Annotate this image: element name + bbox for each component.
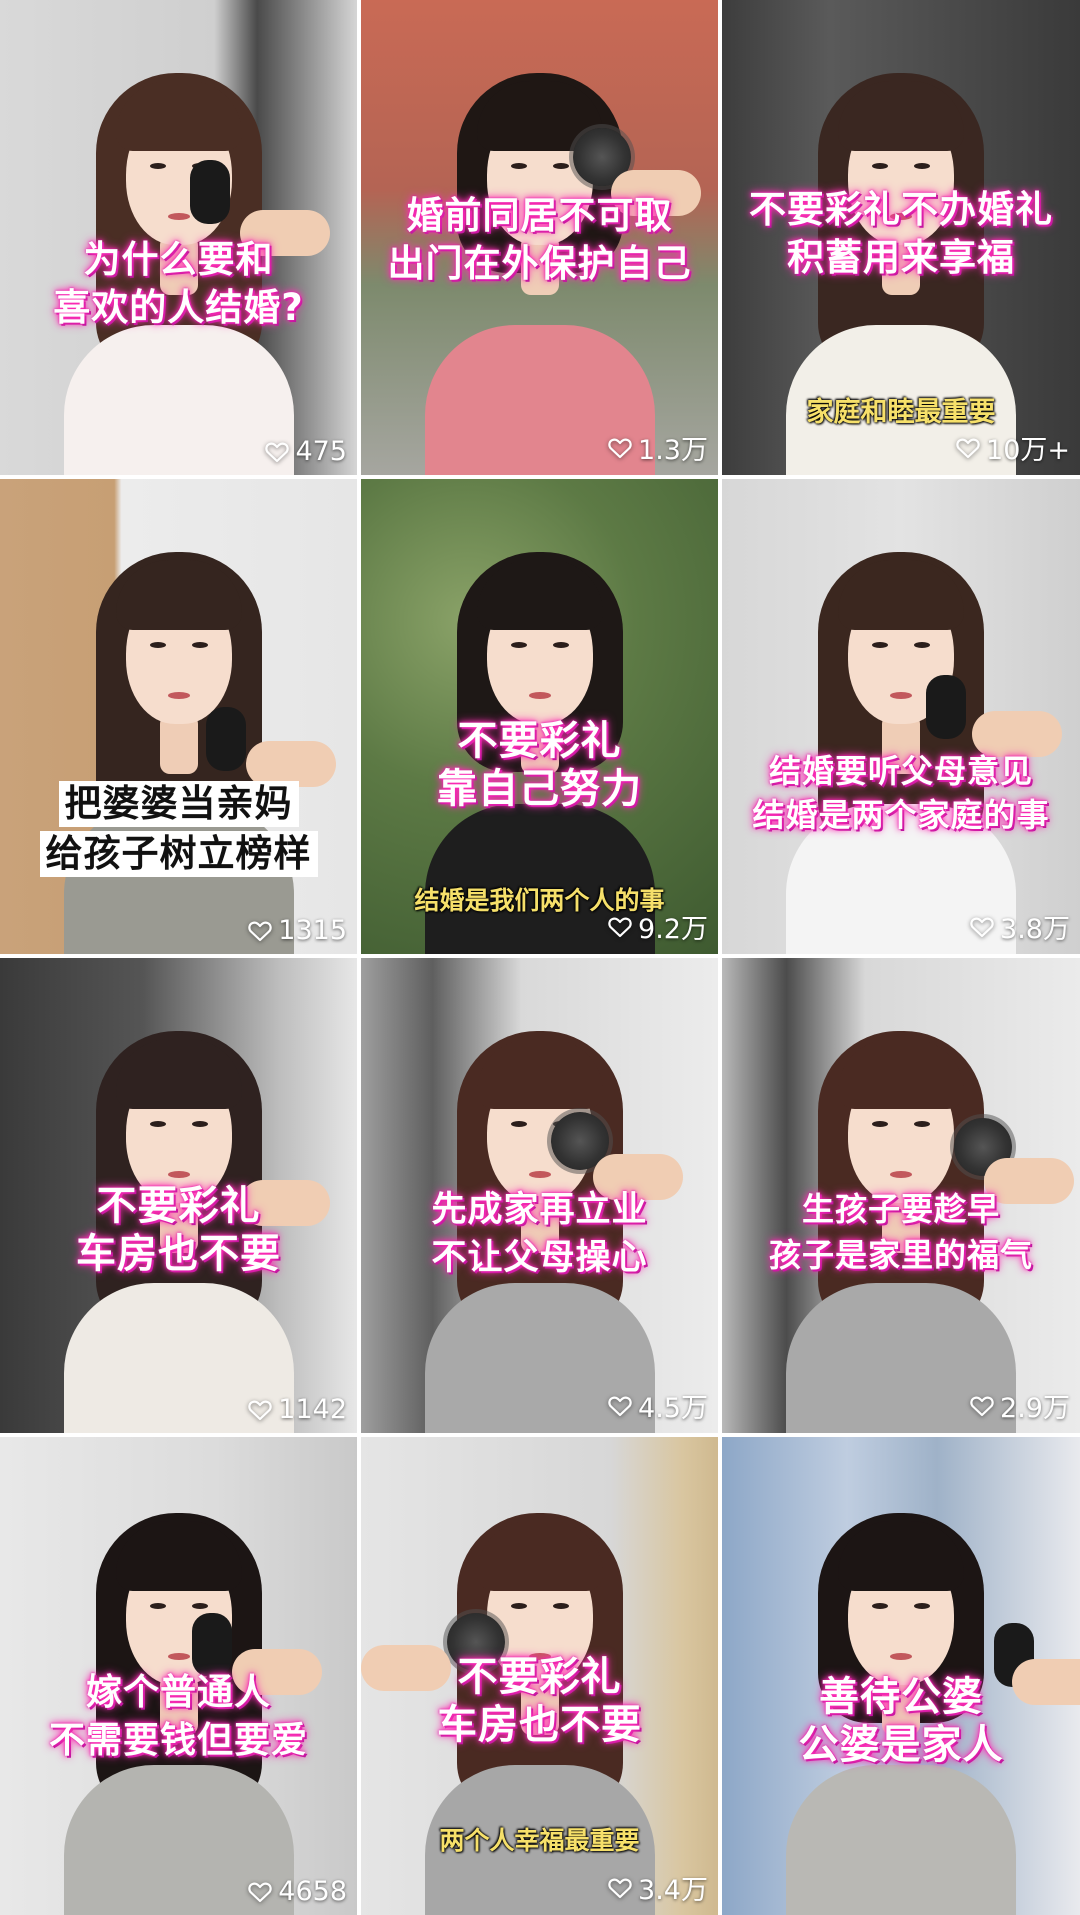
video-tile-4[interactable]: 把婆婆当亲妈 给孩子树立榜样 1315 (0, 479, 357, 954)
like-count: 3.8万 (970, 907, 1070, 946)
video-caption: 不要彩礼 车房也不要 (437, 1654, 642, 1748)
video-tile-7[interactable]: 不要彩礼 车房也不要 1142 (0, 958, 357, 1433)
heart-outline-icon (970, 917, 994, 937)
heart-outline-icon (608, 438, 632, 458)
video-tile-6[interactable]: 结婚要听父母意见 结婚是两个家庭的事 3.8万 (722, 479, 1080, 954)
heart-outline-icon (608, 1396, 632, 1416)
like-count: 1.3万 (608, 428, 708, 467)
like-count: 1142 (248, 1394, 347, 1425)
video-tile-10[interactable]: 嫁个普通人 不需要钱但要爱 4658 (0, 1437, 357, 1915)
like-count: 4.5万 (608, 1386, 708, 1425)
video-caption: 嫁个普通人 不需要钱但要爱 (48, 1672, 308, 1761)
video-caption: 婚前同居不可取 出门在外保护自己 (387, 194, 692, 285)
video-subcaption: 两个人幸福最重要 (439, 1826, 640, 1855)
video-tile-2[interactable]: 婚前同居不可取 出门在外保护自己 1.3万 (361, 0, 718, 475)
video-caption: 善待公婆 公婆是家人 (798, 1674, 1004, 1768)
like-count: 2.9万 (970, 1386, 1070, 1425)
video-caption: 不要彩礼不办婚礼 积蓄用来享福 (749, 188, 1053, 279)
like-count: 3.4万 (608, 1868, 708, 1907)
video-caption: 结婚要听父母意见 结婚是两个家庭的事 (752, 752, 1050, 834)
like-count: 1315 (248, 915, 347, 946)
video-tile-9[interactable]: 生孩子要趁早 孩子是家里的福气 2.9万 (722, 958, 1080, 1433)
heart-outline-icon (608, 917, 632, 937)
video-caption: 不要彩礼 车房也不要 (76, 1183, 281, 1277)
video-tile-5[interactable]: 不要彩礼 靠自己努力 结婚是我们两个人的事 9.2万 (361, 479, 718, 954)
video-subcaption: 家庭和睦最重要 (806, 397, 996, 428)
like-count: 9.2万 (608, 907, 708, 946)
heart-outline-icon (248, 1882, 272, 1902)
heart-outline-icon (248, 1400, 272, 1420)
video-tile-3[interactable]: 不要彩礼不办婚礼 积蓄用来享福 家庭和睦最重要 10万+ (722, 0, 1080, 475)
video-grid: 为什么要和 喜欢的人结婚? 475 婚前同居不可取 出门在外保护自己 1.3万 … (0, 0, 1080, 1915)
video-tile-8[interactable]: 先成家再立业 不让父母操心 4.5万 (361, 958, 718, 1433)
video-tile-1[interactable]: 为什么要和 喜欢的人结婚? 475 (0, 0, 357, 475)
thumbnail-image (722, 479, 1080, 954)
video-tile-12[interactable]: 善待公婆 公婆是家人 (722, 1437, 1080, 1915)
video-caption: 不要彩礼 靠自己努力 (437, 718, 642, 812)
thumbnail-image (0, 479, 357, 954)
heart-outline-icon (265, 442, 290, 462)
video-caption: 把婆婆当亲妈 给孩子树立榜样 (0, 779, 357, 879)
video-tile-11[interactable]: 不要彩礼 车房也不要 两个人幸福最重要 3.4万 (361, 1437, 718, 1915)
video-caption: 生孩子要趁早 孩子是家里的福气 (768, 1190, 1033, 1274)
video-caption: 为什么要和 喜欢的人结婚? (53, 238, 304, 329)
heart-outline-icon (608, 1878, 632, 1898)
like-count: 4658 (248, 1876, 347, 1907)
heart-outline-icon (970, 1396, 994, 1416)
heart-outline-icon (956, 438, 980, 458)
video-caption: 先成家再立业 不让父母操心 (431, 1190, 648, 1278)
heart-outline-icon (248, 921, 272, 941)
like-count: 475 (265, 436, 347, 467)
like-count: 10万+ (956, 428, 1070, 467)
